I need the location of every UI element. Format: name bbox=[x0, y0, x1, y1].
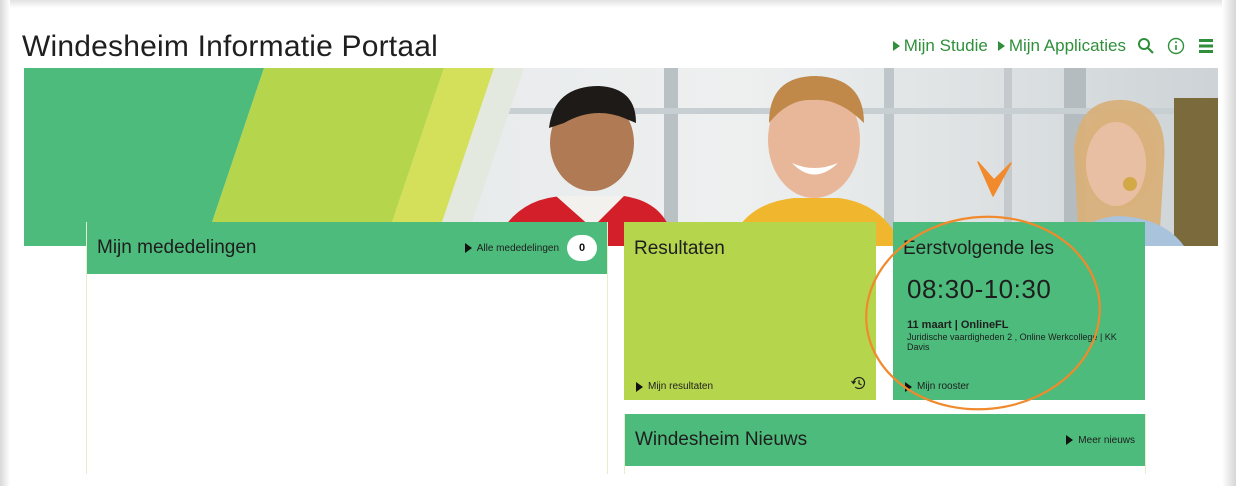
hero-photo bbox=[24, 68, 1218, 246]
meer-nieuws-label: Meer nieuws bbox=[1078, 434, 1135, 446]
les-date: 11 maart | OnlineFL bbox=[907, 319, 1009, 331]
mededelingen-count-badge: 0 bbox=[567, 235, 597, 261]
nieuws-panel: Windesheim Nieuws Meer nieuws bbox=[624, 414, 1146, 474]
eerstvolgende-les-title: Eerstvolgende les bbox=[903, 238, 1055, 259]
left-shadow bbox=[0, 0, 10, 486]
right-shadow bbox=[1222, 0, 1236, 486]
nieuws-title: Windesheim Nieuws bbox=[635, 429, 808, 450]
info-icon[interactable] bbox=[1166, 36, 1186, 56]
mededelingen-header: Mijn mededelingen Alle mededelingen 0 bbox=[87, 222, 607, 274]
play-arrow-icon bbox=[464, 243, 472, 253]
resultaten-title: Resultaten bbox=[634, 238, 725, 259]
resultaten-tile[interactable]: Resultaten Mijn resultaten bbox=[624, 222, 876, 400]
mijn-resultaten-link[interactable]: Mijn resultaten bbox=[636, 381, 713, 392]
nav-mijn-applicaties[interactable]: Mijn Applicaties bbox=[997, 36, 1126, 56]
history-icon[interactable] bbox=[850, 374, 868, 392]
hamburger-menu-icon[interactable] bbox=[1196, 36, 1216, 56]
nieuws-header: Windesheim Nieuws Meer nieuws bbox=[625, 414, 1145, 466]
mededelingen-panel: Mijn mededelingen Alle mededelingen 0 bbox=[86, 222, 608, 474]
alle-mededelingen-link[interactable]: Alle mededelingen bbox=[464, 242, 559, 254]
les-description: Juridische vaardigheden 2 , Online Werkc… bbox=[907, 332, 1117, 352]
nav-mijn-studie-label: Mijn Studie bbox=[903, 36, 988, 55]
mijn-rooster-link[interactable]: Mijn rooster bbox=[905, 381, 969, 392]
mijn-resultaten-label: Mijn resultaten bbox=[648, 381, 714, 392]
play-arrow-icon bbox=[997, 41, 1005, 51]
play-arrow-icon bbox=[636, 381, 643, 392]
mijn-rooster-label: Mijn rooster bbox=[917, 381, 970, 392]
eerstvolgende-les-tile[interactable]: Eerstvolgende les 08:30-10:30 11 maart |… bbox=[893, 222, 1145, 400]
search-icon[interactable] bbox=[1136, 36, 1156, 56]
top-navigation: Mijn Studie Mijn Applicaties bbox=[892, 36, 1216, 56]
mededelingen-title: Mijn mededelingen bbox=[97, 237, 257, 258]
page: Windesheim Informatie Portaal Mijn Studi… bbox=[0, 0, 1236, 486]
mededelingen-actions: Alle mededelingen 0 bbox=[464, 235, 597, 261]
nav-mijn-applicaties-label: Mijn Applicaties bbox=[1008, 36, 1126, 55]
site-title[interactable]: Windesheim Informatie Portaal bbox=[22, 30, 438, 64]
play-arrow-icon bbox=[905, 381, 912, 392]
hero-banner bbox=[24, 68, 1218, 246]
nav-mijn-studie[interactable]: Mijn Studie bbox=[892, 36, 988, 56]
meer-nieuws-link[interactable]: Meer nieuws bbox=[1066, 435, 1135, 446]
les-time: 08:30-10:30 bbox=[907, 274, 1052, 304]
top-shadow bbox=[0, 0, 1236, 8]
play-arrow-icon bbox=[892, 41, 900, 51]
alle-mededelingen-label: Alle mededelingen bbox=[476, 242, 559, 254]
play-arrow-icon bbox=[1066, 435, 1074, 445]
